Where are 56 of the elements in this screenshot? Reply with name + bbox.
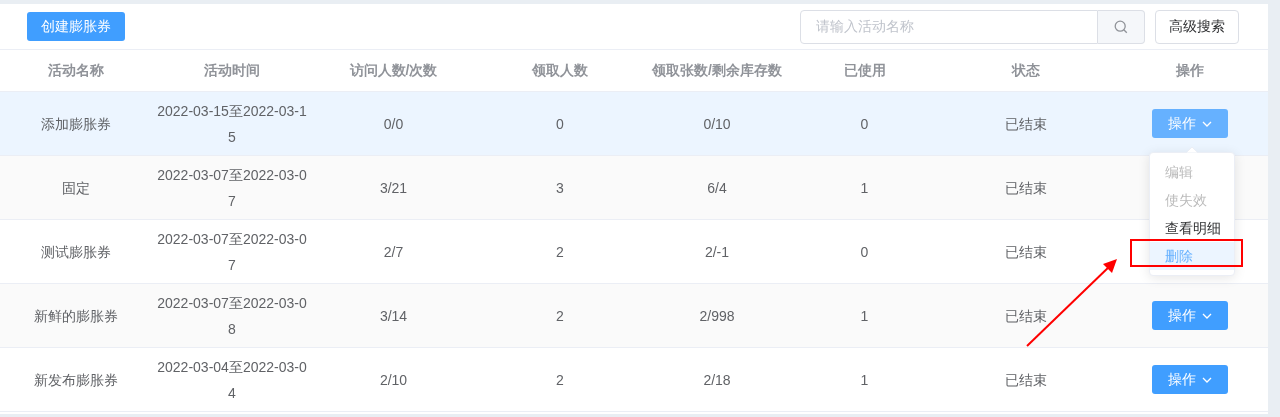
table-cell-text: 3 <box>556 178 564 198</box>
search-icon <box>1114 19 1128 34</box>
chevron-down-icon <box>1201 312 1212 319</box>
column-header: 状态 <box>1011 61 1040 80</box>
advanced-search-button[interactable]: 高级搜索 <box>1155 9 1239 44</box>
table-cell-text: 2/18 <box>703 370 731 390</box>
table-cell-text: 添加膨胀券 <box>41 114 111 134</box>
table-cell-text: 已结束 <box>1004 114 1047 134</box>
menu-item[interactable]: 查看明细 <box>1150 214 1234 242</box>
table-cell-text: 0 <box>556 114 564 134</box>
table-cell-text: 已结束 <box>1004 306 1047 326</box>
action-dropdown-button[interactable]: 操作 <box>1151 301 1228 330</box>
column-header: 操作 <box>1175 61 1204 80</box>
action-dropdown-button[interactable]: 操作 <box>1151 365 1228 394</box>
table-cell-text: 0/0 <box>383 114 404 134</box>
search-button[interactable] <box>1098 9 1145 44</box>
table-cell-text: 新鲜的膨胀券 <box>34 306 118 326</box>
table-cell-text: 2022-03-07至2022-03-07 <box>156 165 308 211</box>
table-cell-text: 固定 <box>62 178 90 198</box>
action-dropdown-button[interactable]: 操作 <box>1151 109 1228 138</box>
table-cell-text: 3/21 <box>379 178 408 198</box>
table-cell-text: 1 <box>860 370 869 390</box>
table-cell-text: 2/7 <box>383 242 404 262</box>
table-cell-text: 测试膨胀券 <box>41 242 111 262</box>
table-cell-text: 2022-03-04至2022-03-04 <box>156 357 308 403</box>
table-cell-text: 已结束 <box>1004 370 1047 390</box>
chevron-down-icon <box>1201 120 1212 127</box>
table-cell-text: 0 <box>860 114 869 134</box>
column-header: 活动名称 <box>48 61 104 80</box>
table-cell-text: 已结束 <box>1004 178 1047 198</box>
table-cell-text: 2/-1 <box>704 242 730 262</box>
table-cell-text: 2 <box>556 306 564 326</box>
column-header: 领取人数 <box>532 61 588 80</box>
table-cell-text: 2022-03-07至2022-03-08 <box>156 293 308 339</box>
table-cell-text: 新发布膨胀券 <box>34 370 118 390</box>
search-field[interactable]: 请输入活动名称 <box>800 9 1098 44</box>
table-cell-text: 已结束 <box>1004 242 1047 262</box>
column-header: 已使用 <box>843 61 886 80</box>
column-header: 访问人数/次数 <box>349 61 438 80</box>
table-cell-text: 3/14 <box>379 306 408 326</box>
table-cell-text: 0/10 <box>703 114 731 134</box>
column-header: 领取张数/剩余库存数 <box>652 61 782 80</box>
table-cell-text: 2 <box>556 370 564 390</box>
table-cell-text: 1 <box>860 178 869 198</box>
chevron-down-icon <box>1201 376 1212 383</box>
table-cell-text: 2022-03-15至2022-03-15 <box>156 101 308 147</box>
table-cell-text: 6/4 <box>707 178 727 198</box>
table-cell-text: 1 <box>860 306 869 326</box>
table-cell-text: 2/998 <box>699 306 735 326</box>
menu-item[interactable]: 删除 <box>1150 242 1234 270</box>
table-cell-text: 0 <box>860 242 869 262</box>
table-cell-text: 2 <box>556 242 564 262</box>
create-button[interactable]: 创建膨胀券 <box>27 12 125 41</box>
column-header: 活动时间 <box>204 61 260 80</box>
table-cell-text: 2/10 <box>379 370 408 390</box>
table-cell-text: 2022-03-07至2022-03-07 <box>156 229 308 275</box>
